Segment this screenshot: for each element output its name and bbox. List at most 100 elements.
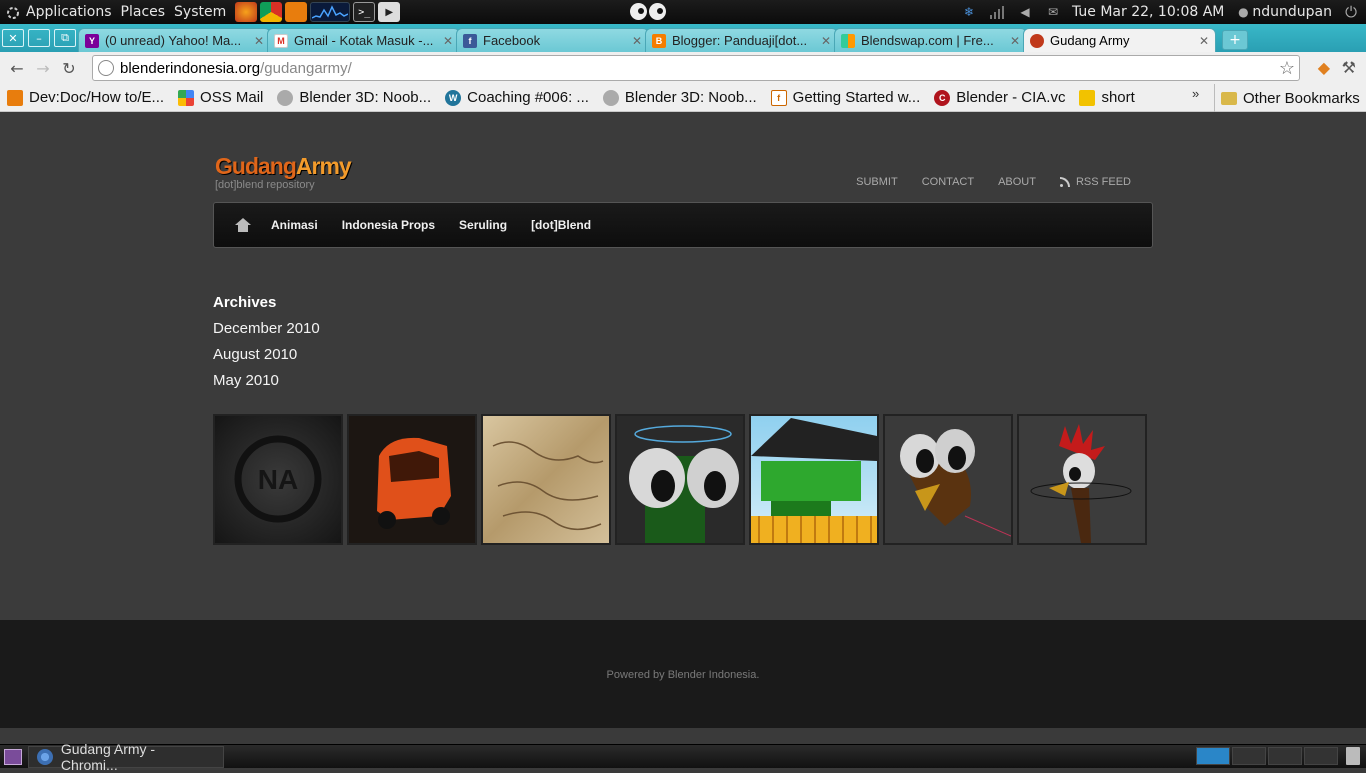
tab-gudang-army[interactable]: Gudang Army ✕ (1023, 28, 1216, 52)
workspace-switcher[interactable] (1196, 747, 1338, 765)
thumbnail-traditional-house[interactable] (749, 414, 879, 545)
bookmark-star-icon[interactable]: ☆ (1279, 58, 1295, 79)
bookmark-item[interactable]: f Getting Started w... (764, 89, 928, 106)
bookmark-label: Dev:Doc/How to/E... (29, 89, 165, 106)
nav-dotblend[interactable]: [dot]Blend (531, 218, 591, 232)
thumbnail-rooster[interactable] (1017, 414, 1147, 545)
bookmark-item[interactable]: W Coaching #006: ... (438, 89, 596, 106)
blender-icon (7, 89, 23, 106)
main-navigation: Animasi Indonesia Props Seruling [dot]Bl… (213, 202, 1153, 248)
site-tagline: [dot]blend repository (215, 179, 315, 191)
gmail-icon: M (274, 33, 288, 48)
submit-link[interactable]: SUBMIT (856, 176, 898, 188)
nav-seruling[interactable]: Seruling (459, 218, 507, 232)
forward-button[interactable]: → (30, 55, 56, 81)
wikibooks-icon (602, 89, 619, 106)
archive-month-link[interactable]: December 2010 (213, 320, 320, 337)
clock[interactable]: Tue Mar 22, 10:08 AM (1072, 4, 1224, 20)
close-tab-icon[interactable]: ✕ (632, 34, 642, 48)
thumbnail-cartoon-eyes[interactable] (615, 414, 745, 545)
close-tab-icon[interactable]: ✕ (443, 34, 453, 48)
contact-link[interactable]: CONTACT (922, 176, 974, 188)
bookmark-label: Blender 3D: Noob... (299, 89, 432, 106)
chromium-icon (37, 748, 53, 765)
tab-yahoo[interactable]: Y (0 unread) Yahoo! Ma... ✕ (78, 28, 271, 52)
bookmark-label: short (1101, 89, 1135, 106)
back-button[interactable]: ← (4, 55, 30, 81)
username[interactable]: ndundupan (1252, 4, 1332, 20)
url-path: /gudangarmy/ (260, 59, 352, 77)
extension-icon[interactable]: ◆ (1318, 58, 1330, 77)
system-monitor-icon[interactable] (310, 2, 351, 22)
rss-feed-link[interactable]: RSS FEED (1059, 176, 1131, 188)
new-tab-button[interactable]: + (1222, 30, 1248, 50)
about-link[interactable]: ABOUT (998, 176, 1036, 188)
thumbnail-bajaj[interactable] (347, 414, 477, 545)
tab-title: (0 unread) Yahoo! Ma... (105, 33, 242, 48)
taskbar-window-button[interactable]: Gudang Army - Chromi... (28, 741, 224, 773)
url-host: blenderindonesia.org (120, 59, 261, 77)
close-tab-icon[interactable]: ✕ (254, 34, 264, 48)
blendswap-icon (841, 33, 855, 48)
wikibooks-icon (277, 89, 294, 106)
maximize-window-button[interactable]: ⧉ (54, 29, 76, 47)
mail-icon[interactable]: ✉ (1044, 4, 1062, 20)
site-logo[interactable]: GudangArmy [dot]blend repository (215, 153, 352, 191)
more-bookmarks-chevron-icon[interactable]: » (1192, 86, 1199, 101)
archive-month-link[interactable]: May 2010 (213, 372, 320, 389)
close-tab-icon[interactable]: ✕ (1010, 34, 1020, 48)
browser-toolbar: ← → ↻ blenderindonesia.org/gudangarmy/ ☆… (0, 52, 1366, 84)
chromium-icon[interactable] (260, 2, 283, 22)
tab-blogger[interactable]: B Blogger: Panduaji[dot... ✕ (645, 28, 838, 52)
bookmark-item[interactable]: Blender 3D: Noob... (270, 89, 438, 106)
power-icon[interactable]: ⏻ (1342, 3, 1360, 21)
bookmark-item[interactable]: Blender 3D: Noob... (596, 89, 764, 106)
nav-animasi[interactable]: Animasi (271, 218, 318, 232)
bookmark-item[interactable]: short (1072, 89, 1141, 106)
archives-section: Archives December 2010 August 2010 May 2… (213, 294, 320, 398)
close-window-button[interactable]: ✕ (2, 29, 24, 47)
gnome-foot-icon[interactable] (0, 0, 26, 24)
facebook-icon: f (463, 33, 477, 48)
network-signal-icon[interactable] (988, 4, 1006, 20)
archive-month-link[interactable]: August 2010 (213, 346, 320, 363)
bee-icon (1079, 89, 1096, 106)
applications-menu[interactable]: Applications (26, 4, 121, 20)
places-menu[interactable]: Places (121, 4, 175, 20)
home-icon[interactable] (235, 218, 251, 232)
bookmark-item[interactable]: Dev:Doc/How to/E... (0, 89, 171, 106)
tab-facebook[interactable]: f Facebook ✕ (456, 28, 649, 52)
firefox-icon[interactable] (235, 2, 258, 22)
address-bar[interactable]: blenderindonesia.org/gudangarmy/ ☆ (92, 55, 1300, 81)
top-links: SUBMIT CONTACT ABOUT RSS FEED (856, 176, 1131, 188)
bookmark-item[interactable]: OSS Mail (171, 89, 270, 106)
thumbnail-old-map[interactable] (481, 414, 611, 545)
wrench-menu-icon[interactable]: ⚒ (1342, 58, 1356, 77)
cia-icon: C (934, 89, 951, 106)
reload-button[interactable]: ↻ (56, 55, 82, 81)
blogger-icon: B (652, 33, 666, 48)
gnome-bottom-panel: Gudang Army - Chromi... (0, 741, 1366, 773)
yahoo-icon: Y (85, 33, 99, 48)
thumbnail-bird[interactable] (883, 414, 1013, 545)
run-icon[interactable]: ▶ (378, 2, 401, 22)
nav-indonesia-props[interactable]: Indonesia Props (342, 218, 435, 232)
thumbnail-na-logo[interactable]: NA (213, 414, 343, 545)
other-bookmarks-button[interactable]: Other Bookmarks (1214, 84, 1360, 112)
globe-icon (98, 60, 114, 76)
web-page: GudangArmy [dot]blend repository SUBMIT … (0, 113, 1366, 620)
tab-blendswap[interactable]: Blendswap.com | Fre... ✕ (834, 28, 1027, 52)
tab-gmail[interactable]: M Gmail - Kotak Masuk -... ✕ (267, 28, 460, 52)
bookmark-item[interactable]: C Blender - CIA.vc (927, 89, 1072, 106)
volume-icon[interactable]: ◀ (1016, 4, 1034, 20)
system-menu[interactable]: System (174, 4, 235, 20)
trash-icon[interactable] (1346, 747, 1360, 765)
logo-part2: Army (295, 153, 352, 179)
bluetooth-icon[interactable]: ❄ (960, 4, 978, 20)
blender-icon[interactable] (285, 2, 308, 22)
close-tab-icon[interactable]: ✕ (821, 34, 831, 48)
show-desktop-icon[interactable] (4, 748, 22, 765)
minimize-window-button[interactable]: – (28, 29, 50, 47)
close-tab-icon[interactable]: ✕ (1199, 34, 1209, 48)
terminal-icon[interactable]: >_ (353, 2, 376, 22)
